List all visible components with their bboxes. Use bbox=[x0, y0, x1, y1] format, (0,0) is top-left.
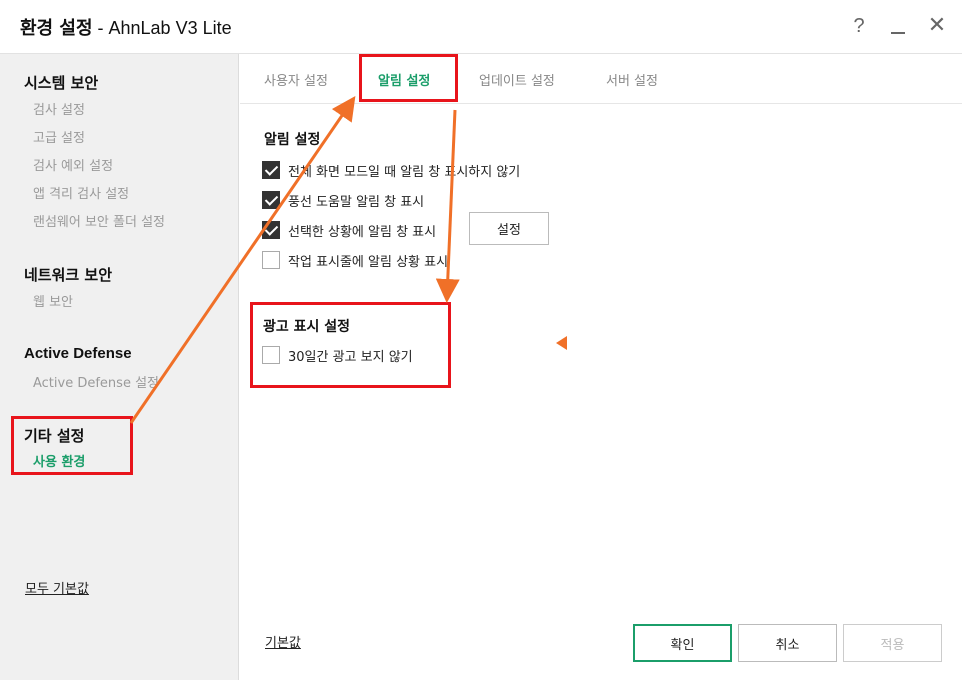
sidebar-section-network-security: 네트워크 보안 bbox=[24, 266, 113, 284]
title-bar: 환경 설정 - AhnLab V3 Lite ? ✕ bbox=[0, 0, 962, 54]
checkbox-taskbar-status[interactable] bbox=[262, 251, 280, 269]
sidebar-item-app-isolation-scan[interactable]: 앱 격리 검사 설정 bbox=[33, 183, 129, 202]
settings-button[interactable]: 설정 bbox=[469, 212, 549, 245]
ok-button[interactable]: 확인 bbox=[633, 624, 732, 662]
reset-all-link[interactable]: 모두 기본값 bbox=[25, 578, 89, 597]
sidebar-section-active-defense: Active Defense bbox=[24, 345, 132, 362]
tab-server-settings[interactable]: 서버 설정 bbox=[606, 70, 658, 89]
sidebar-section-system-security: 시스템 보안 bbox=[24, 74, 99, 92]
option-balloon-tip[interactable]: 풍선 도움말 알림 창 표시 bbox=[262, 190, 424, 210]
option-fullscreen-no-alert[interactable]: 전체 화면 모드일 때 알림 창 표시하지 않기 bbox=[262, 160, 520, 180]
checkbox-selected-situations[interactable] bbox=[262, 221, 280, 239]
option-taskbar-status[interactable]: 작업 표시줄에 알림 상황 표시 bbox=[262, 250, 448, 270]
help-button[interactable]: ? bbox=[845, 12, 873, 40]
sidebar-item-scan-exceptions[interactable]: 검사 예외 설정 bbox=[33, 155, 113, 174]
option-label: 선택한 상황에 알림 창 표시 bbox=[288, 224, 437, 240]
arrow-tab-to-ads bbox=[435, 109, 460, 303]
option-label: 전체 화면 모드일 때 알림 창 표시하지 않기 bbox=[288, 164, 521, 180]
tab-user-settings[interactable]: 사용자 설정 bbox=[264, 70, 328, 89]
option-label: 작업 표시줄에 알림 상황 표시 bbox=[288, 254, 449, 270]
sidebar-item-active-defense-settings[interactable]: Active Defense 설정 bbox=[33, 372, 159, 391]
notification-group-title: 알림 설정 bbox=[264, 132, 321, 148]
option-selected-situations[interactable]: 선택한 상황에 알림 창 표시 bbox=[262, 220, 436, 240]
sidebar-item-web-security[interactable]: 웹 보안 bbox=[33, 291, 73, 310]
minimize-button[interactable] bbox=[884, 12, 912, 40]
close-button[interactable]: ✕ bbox=[923, 12, 951, 40]
sidebar-item-advanced-settings[interactable]: 고급 설정 bbox=[33, 127, 85, 146]
tab-update-settings[interactable]: 업데이트 설정 bbox=[479, 70, 555, 89]
reset-link[interactable]: 기본값 bbox=[265, 632, 301, 651]
cancel-button[interactable]: 취소 bbox=[738, 624, 837, 662]
option-label: 풍선 도움말 알림 창 표시 bbox=[288, 194, 425, 210]
window-title-app: - AhnLab V3 Lite bbox=[92, 18, 232, 38]
window-title: 환경 설정 - AhnLab V3 Lite bbox=[20, 14, 232, 40]
stray-arrowhead bbox=[556, 336, 567, 350]
checkbox-balloon-tip[interactable] bbox=[262, 191, 280, 209]
annotation-box-tab bbox=[359, 54, 458, 102]
tab-bar bbox=[240, 54, 962, 104]
window-title-main: 환경 설정 bbox=[20, 18, 93, 39]
sidebar-item-ransomware-folder[interactable]: 랜섬웨어 보안 폴더 설정 bbox=[33, 211, 165, 230]
checkbox-fullscreen-no-alert[interactable] bbox=[262, 161, 280, 179]
annotation-box-ads bbox=[250, 302, 451, 388]
apply-button[interactable]: 적용 bbox=[843, 624, 942, 662]
annotation-box-sidebar bbox=[11, 416, 133, 475]
sidebar-item-scan-settings[interactable]: 검사 설정 bbox=[33, 99, 85, 118]
